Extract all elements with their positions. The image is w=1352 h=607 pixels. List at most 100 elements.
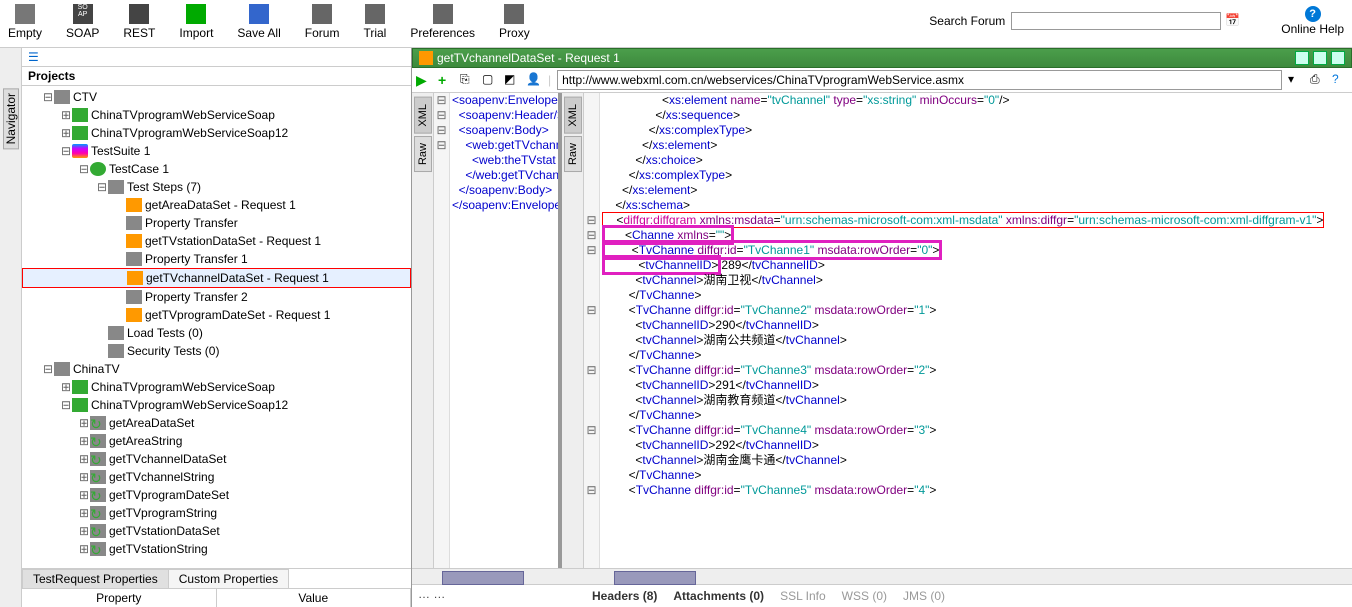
search-input[interactable]	[1011, 12, 1221, 30]
rest-button[interactable]: REST	[123, 4, 155, 40]
expand-icon[interactable]: ⊞	[60, 378, 72, 396]
tool-button-3[interactable]: ◩	[504, 72, 520, 88]
tree-item[interactable]: ⊟ChinaTV	[22, 360, 411, 378]
expand-icon[interactable]: ⊞	[78, 486, 90, 504]
trial-button[interactable]: Trial	[363, 4, 386, 40]
steps-icon	[108, 344, 124, 358]
tree-item[interactable]: ⊟Test Steps (7)	[22, 178, 411, 196]
tree-item[interactable]: ⊞getTVstationDataSet	[22, 522, 411, 540]
proxy-button[interactable]: Proxy	[499, 4, 530, 40]
expand-icon[interactable]: ⊟	[42, 360, 54, 378]
soap-button[interactable]: SOAPSOAP	[66, 4, 99, 40]
tree-item[interactable]: ⊞ ChinaTVprogramWebServiceSoap	[22, 378, 411, 396]
tab-attachments[interactable]: Attachments (0)	[673, 589, 764, 603]
tree-item[interactable]: ⊞getAreaDataSet	[22, 414, 411, 432]
tree-item[interactable]: getTVprogramDateSet - Request 1	[22, 306, 411, 324]
expand-icon[interactable]: ⊞	[78, 468, 90, 486]
tree-item[interactable]: ⊞getTVprogramDateSet	[22, 486, 411, 504]
expand-icon[interactable]: ⊟	[60, 142, 72, 160]
tab-ssl-info[interactable]: SSL Info	[780, 589, 826, 603]
navigator-tab[interactable]: Navigator	[3, 88, 19, 149]
request-raw-tab[interactable]: Raw	[414, 136, 432, 172]
expand-icon[interactable]: ⊞	[78, 540, 90, 558]
tab-headers[interactable]: Headers (8)	[592, 589, 657, 603]
tree-item[interactable]: Security Tests (0)	[22, 342, 411, 360]
window-close-button[interactable]	[1331, 51, 1345, 65]
expand-icon[interactable]: ⊞	[78, 414, 90, 432]
tree-item[interactable]: ⊟CTV	[22, 88, 411, 106]
request-xml-editor[interactable]: <soapenv:Envelope x <soapenv:Header/> <s…	[450, 93, 558, 568]
tree-item[interactable]: ⊞getAreaString	[22, 432, 411, 450]
tree-item[interactable]: Property Transfer 2	[22, 288, 411, 306]
online-help-button[interactable]: ? Online Help	[1281, 6, 1344, 36]
expand-icon[interactable]: ⊟	[96, 178, 108, 196]
response-hscrollbar[interactable]	[584, 568, 1352, 584]
forum-button[interactable]: Forum	[305, 4, 340, 40]
tree-item[interactable]: ⊞ChinaTVprogramWebServiceSoap12	[22, 124, 411, 142]
response-xml-tab[interactable]: XML	[564, 97, 582, 134]
expand-icon[interactable]: ⊞	[78, 504, 90, 522]
import-button[interactable]: Import	[179, 4, 213, 40]
chat-icon	[312, 4, 332, 24]
tree-item[interactable]: Property Transfer	[22, 214, 411, 232]
tree-item[interactable]: Property Transfer 1	[22, 250, 411, 268]
tab-custom-properties[interactable]: Custom Properties	[168, 569, 289, 588]
iface-icon	[72, 398, 88, 412]
tree-item[interactable]: ⊟ChinaTVprogramWebServiceSoap12	[22, 396, 411, 414]
tool-button-1[interactable]: ⎘	[460, 72, 476, 88]
response-raw-tab[interactable]: Raw	[564, 136, 582, 172]
response-xml-viewer[interactable]: <xs:element name="tvChannel" type="xs:st…	[600, 93, 1352, 568]
expand-icon[interactable]: ⊟	[78, 160, 90, 178]
request-fold-gutter[interactable]: ⊟⊟⊟⊟	[434, 93, 450, 568]
tree-item[interactable]: ⊞getTVchannelDataSet	[22, 450, 411, 468]
save-all-label: Save All	[237, 26, 280, 40]
expand-icon[interactable]: ⊞	[78, 432, 90, 450]
endpoint-input[interactable]	[557, 70, 1282, 90]
tree-item-label: ChinaTVprogramWebServiceSoap	[91, 378, 275, 396]
empty-button[interactable]: Empty	[8, 4, 42, 40]
expand-icon[interactable]: ⊟	[60, 396, 72, 414]
tree-item-label: getTVstationDataSet - Request 1	[145, 232, 321, 250]
projects-header: Projects	[22, 67, 411, 86]
endpoint-dropdown[interactable]: ▾	[1288, 72, 1304, 88]
tool-button-4[interactable]: 👤	[526, 72, 542, 88]
expand-icon[interactable]: ⊞	[60, 124, 72, 142]
expand-icon[interactable]: ⊞	[60, 106, 72, 124]
tree-item[interactable]: getTVstationDataSet - Request 1	[22, 232, 411, 250]
help-button[interactable]: ?	[1332, 72, 1348, 88]
tab-jms[interactable]: JMS (0)	[903, 589, 945, 603]
step-icon	[126, 308, 142, 322]
expand-icon[interactable]: ⊟	[42, 88, 54, 106]
response-fold-gutter[interactable]: ⊟⊟⊟⊟⊟⊟⊟	[584, 93, 600, 568]
tool-button-2[interactable]: ▢	[482, 72, 498, 88]
run-button[interactable]: ▶	[416, 72, 432, 88]
gear-icon	[433, 4, 453, 24]
request-hscrollbar[interactable]	[412, 568, 584, 584]
tool-button-5[interactable]: ⎙	[1310, 72, 1326, 88]
tree-item[interactable]: getAreaDataSet - Request 1	[22, 196, 411, 214]
calendar-icon[interactable]: 📅	[1225, 13, 1241, 29]
window-maximize-button[interactable]	[1313, 51, 1327, 65]
tree-item[interactable]: ⊟TestCase 1	[22, 160, 411, 178]
download-icon	[186, 4, 206, 24]
tab-wss[interactable]: WSS (0)	[842, 589, 887, 603]
tree-options-icon[interactable]: ☰	[28, 50, 39, 64]
tab-testrequest-properties[interactable]: TestRequest Properties	[22, 569, 169, 588]
tree-item[interactable]: ⊟TestSuite 1	[22, 142, 411, 160]
tree-item[interactable]: ⊞getTVprogramString	[22, 504, 411, 522]
save-all-button[interactable]: Save All	[237, 4, 280, 40]
op-icon	[90, 506, 106, 520]
expand-icon[interactable]: ⊞	[78, 450, 90, 468]
preferences-button[interactable]: Preferences	[410, 4, 475, 40]
tree-item[interactable]: ⊞getTVchannelString	[22, 468, 411, 486]
request-xml-tab[interactable]: XML	[414, 97, 432, 134]
window-minimize-button[interactable]	[1295, 51, 1309, 65]
tree-item-label: getTVprogramDateSet - Request 1	[145, 306, 330, 324]
tree-item[interactable]: ⊞ChinaTVprogramWebServiceSoap	[22, 106, 411, 124]
expand-icon[interactable]: ⊞	[78, 522, 90, 540]
tree-item[interactable]: ⊞getTVstationString	[22, 540, 411, 558]
tree-item[interactable]: getTVchannelDataSet - Request 1	[22, 268, 411, 288]
add-button[interactable]: +	[438, 72, 454, 88]
project-tree[interactable]: ⊟CTV⊞ChinaTVprogramWebServiceSoap⊞ChinaT…	[22, 86, 411, 568]
tree-item[interactable]: Load Tests (0)	[22, 324, 411, 342]
